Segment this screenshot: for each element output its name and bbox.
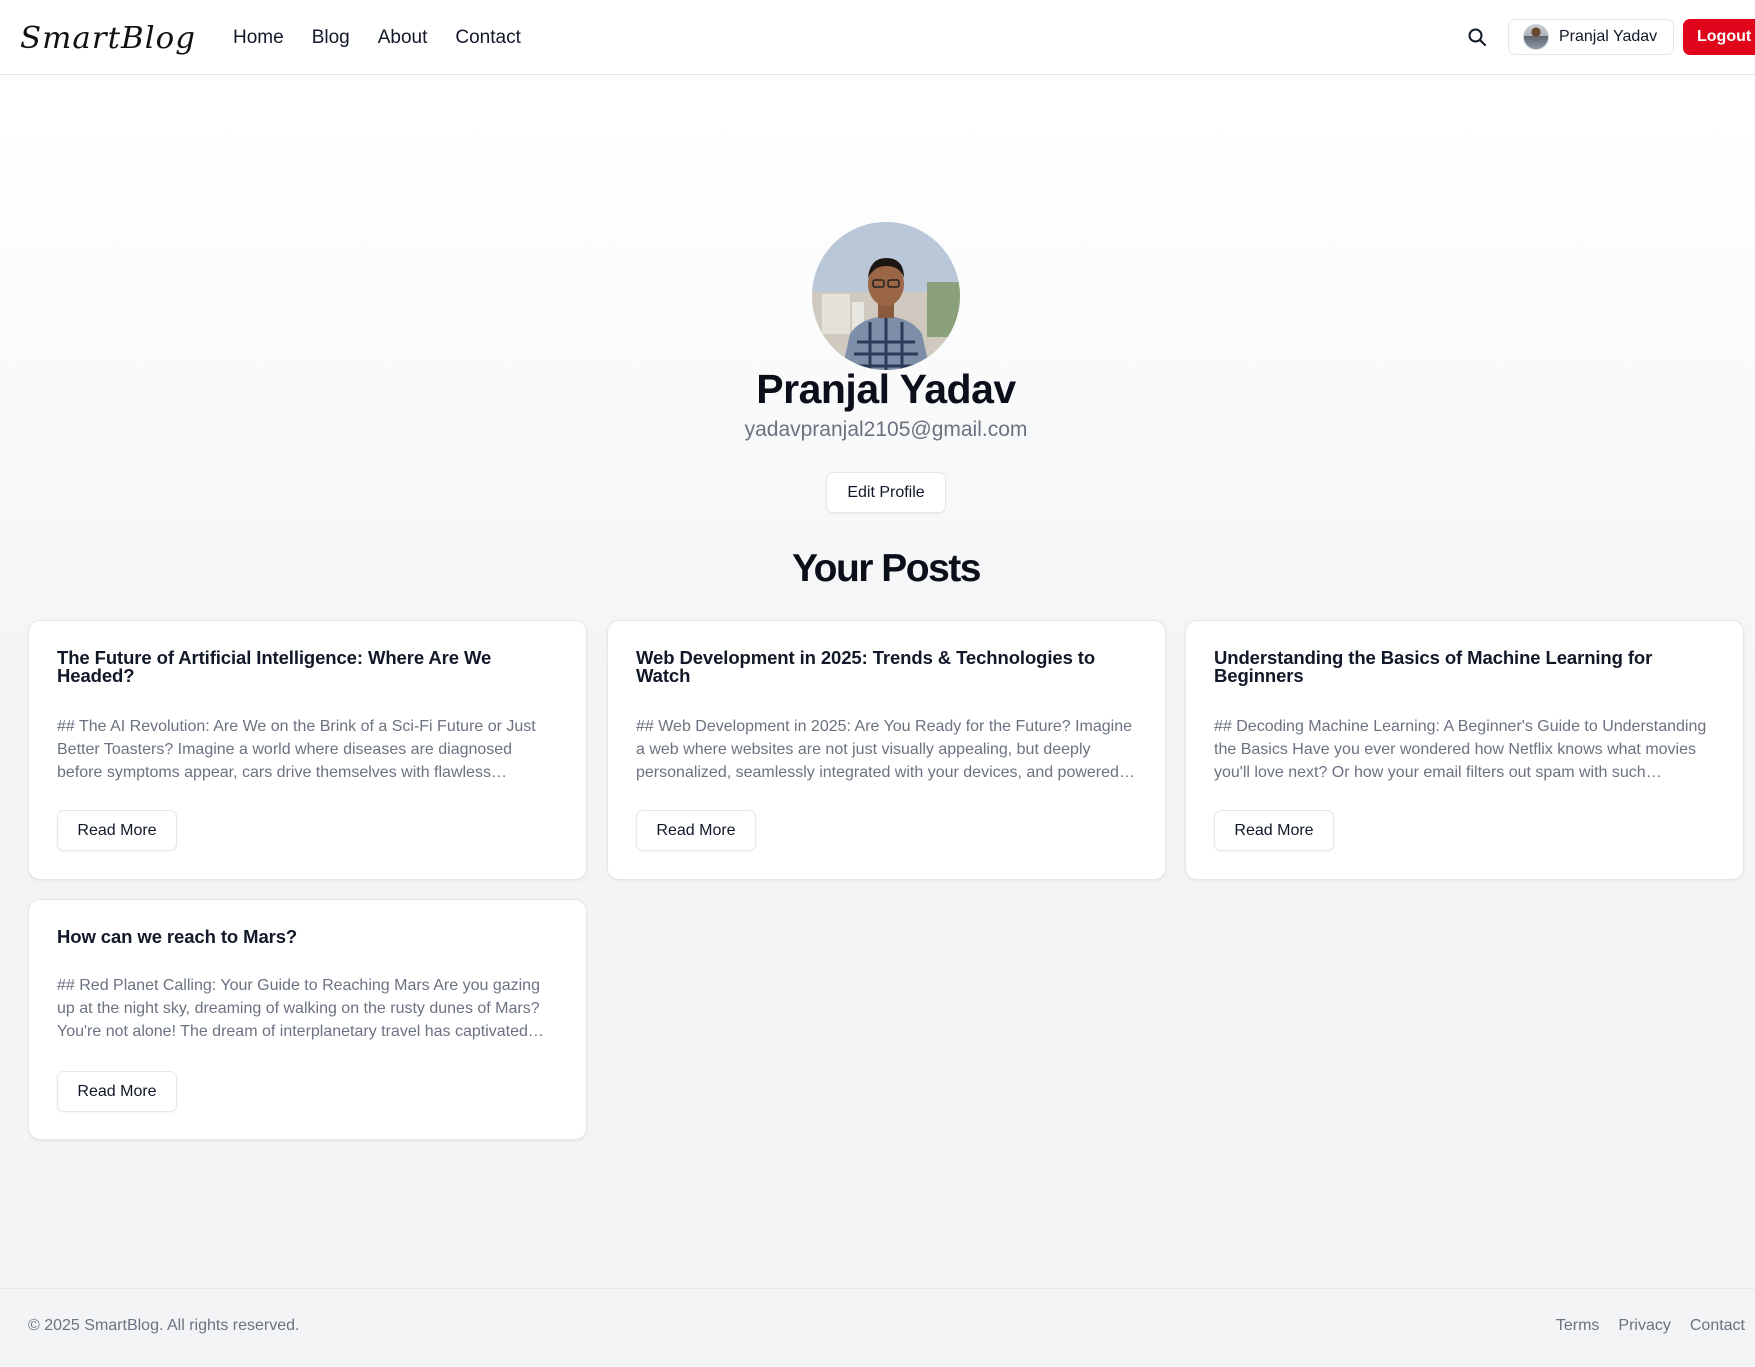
profile-name: Pranjal Yadav: [756, 366, 1016, 412]
post-card: Web Development in 2025: Trends & Techno…: [607, 620, 1166, 880]
post-excerpt: ## Red Planet Calling: Your Guide to Rea…: [57, 977, 540, 1040]
user-menu-button[interactable]: Pranjal Yadav: [1508, 19, 1674, 55]
site-logo[interactable]: SmartBlog: [20, 18, 200, 58]
footer-link-terms[interactable]: Terms: [1556, 1317, 1600, 1335]
main-nav: Home Blog About Contact: [233, 0, 549, 75]
nav-home[interactable]: Home: [233, 27, 284, 49]
nav-about[interactable]: About: [378, 27, 428, 49]
profile-avatar: [812, 222, 960, 370]
logout-button[interactable]: Logout: [1683, 19, 1755, 55]
profile-email: yadavpranjal2105@gmail.com: [744, 418, 1028, 441]
post-card: How can we reach to Mars? ## Red Planet …: [28, 899, 587, 1140]
read-more-button[interactable]: Read More: [636, 810, 756, 851]
read-more-button[interactable]: Read More: [57, 810, 177, 851]
post-card: Understanding the Basics of Machine Lear…: [1185, 620, 1744, 880]
smartblog-logo: SmartBlog: [20, 21, 196, 56]
search-button[interactable]: [1462, 22, 1492, 52]
footer: © 2025 SmartBlog. All rights reserved. T…: [0, 1288, 1755, 1367]
post-title[interactable]: Web Development in 2025: Trends & Techno…: [636, 648, 1137, 685]
post-excerpt: ## Decoding Machine Learning: A Beginner…: [1214, 718, 1707, 781]
footer-link-privacy[interactable]: Privacy: [1618, 1317, 1670, 1335]
user-avatar: [1523, 24, 1549, 50]
profile-photo: [812, 222, 960, 370]
user-name: Pranjal Yadav: [1559, 28, 1658, 45]
post-title[interactable]: How can we reach to Mars?: [57, 927, 558, 946]
footer-links: Terms Privacy Contact: [1556, 1317, 1745, 1335]
top-navbar: SmartBlog Home Blog About Contact Pranja…: [0, 0, 1755, 75]
post-card: The Future of Artificial Intelligence: W…: [28, 620, 587, 880]
nav-blog[interactable]: Blog: [312, 27, 350, 49]
nav-contact[interactable]: Contact: [455, 27, 520, 49]
footer-link-contact[interactable]: Contact: [1690, 1317, 1745, 1335]
copyright-text: © 2025 SmartBlog. All rights reserved.: [28, 1317, 300, 1334]
read-more-button[interactable]: Read More: [1214, 810, 1334, 851]
your-posts-heading: Your Posts: [792, 547, 981, 590]
post-title[interactable]: Understanding the Basics of Machine Lear…: [1214, 648, 1715, 685]
post-excerpt: ## The AI Revolution: Are We on the Brin…: [57, 718, 536, 781]
read-more-button[interactable]: Read More: [57, 1071, 177, 1112]
post-excerpt: ## Web Development in 2025: Are You Read…: [636, 718, 1133, 781]
search-icon: [1468, 28, 1486, 46]
edit-profile-button[interactable]: Edit Profile: [826, 472, 946, 513]
svg-text:SmartBlog: SmartBlog: [20, 21, 196, 56]
post-title[interactable]: The Future of Artificial Intelligence: W…: [57, 648, 558, 685]
